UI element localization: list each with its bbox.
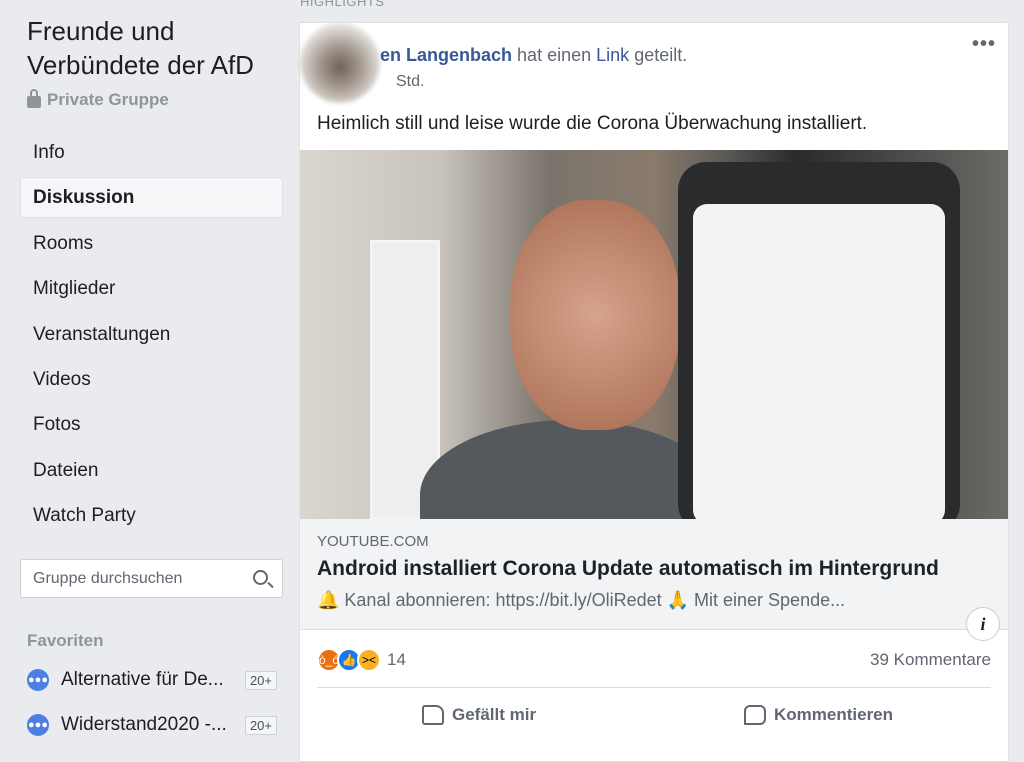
thumbs-up-icon <box>422 705 444 725</box>
nav-watch-party[interactable]: Watch Party <box>20 495 283 536</box>
avatar[interactable] <box>300 23 380 103</box>
comment-label: Kommentieren <box>774 705 894 724</box>
like-button[interactable]: Gefällt mir <box>422 705 536 725</box>
post-text: Heimlich still und leise wurde die Coron… <box>317 113 868 134</box>
action-text-end: geteilt. <box>634 45 688 65</box>
group-search-input[interactable]: Gruppe durchsuchen <box>20 559 283 598</box>
link-word[interactable]: Link <box>596 45 629 65</box>
search-icon[interactable] <box>253 570 268 585</box>
count-badge: 20+ <box>244 670 277 690</box>
nav-mitglieder[interactable]: Mitglieder <box>20 268 283 309</box>
favorite-name: Alternative für De... <box>61 669 224 690</box>
face-image <box>510 200 680 430</box>
phone-image <box>678 162 960 519</box>
reactions-summary[interactable]: ò_ó 👍 >< 14 <box>317 648 406 672</box>
more-options-icon[interactable]: ••• <box>972 33 996 56</box>
group-icon: ●●● <box>27 669 49 691</box>
post-header: en Langenbach hat einen Link geteilt. <box>380 45 687 66</box>
comment-button[interactable]: Kommentieren <box>744 705 893 725</box>
nav-info[interactable]: Info <box>20 132 283 173</box>
video-thumbnail[interactable] <box>300 150 1008 519</box>
favorites-heading: Favoriten <box>27 631 104 650</box>
nav-veranstaltungen[interactable]: Veranstaltungen <box>20 314 283 355</box>
highlights-label: HIGHLIGHTS <box>300 0 385 9</box>
comments-count[interactable]: 39 Kommentare <box>870 650 991 670</box>
privacy-label: Private Gruppe <box>27 89 169 110</box>
info-icon[interactable]: i <box>966 607 1000 641</box>
group-nav: Info Diskussion Rooms Mitglieder Veranst… <box>20 132 283 541</box>
group-sidebar: Freunde und Verbündete der AfD Private G… <box>0 0 300 749</box>
count-badge: 20+ <box>244 715 277 735</box>
like-label: Gefällt mir <box>452 705 537 724</box>
comment-icon <box>744 705 766 725</box>
nav-fotos[interactable]: Fotos <box>20 404 283 445</box>
link-domain: YOUTUBE.COM <box>317 533 429 550</box>
link-title[interactable]: Android installiert Corona Update automa… <box>317 557 939 581</box>
nav-diskussion[interactable]: Diskussion <box>20 177 283 219</box>
nav-dateien[interactable]: Dateien <box>20 450 283 491</box>
post-card: en Langenbach hat einen Link geteilt. St… <box>299 22 1009 762</box>
group-title[interactable]: Freunde und Verbündete der AfD <box>27 14 287 82</box>
favorite-name: Widerstand2020 -... <box>61 714 227 735</box>
phone-screen <box>693 204 945 519</box>
nav-rooms[interactable]: Rooms <box>20 223 283 264</box>
post-time[interactable]: Std. <box>396 73 424 91</box>
favorite-item[interactable]: ●●● Widerstand2020 -... 20+ <box>27 714 277 736</box>
group-icon: ●●● <box>27 714 49 736</box>
favorite-item[interactable]: ●●● Alternative für De... 20+ <box>27 669 277 691</box>
divider <box>317 687 991 688</box>
person-image <box>420 420 720 519</box>
link-description: 🔔 Kanal abonnieren: https://bit.ly/OliRe… <box>317 590 846 610</box>
link-preview[interactable]: i YOUTUBE.COM Android installiert Corona… <box>300 519 1008 641</box>
author-link[interactable]: en Langenbach <box>380 45 512 65</box>
action-text: hat einen <box>517 45 592 65</box>
search-placeholder: Gruppe durchsuchen <box>33 570 183 587</box>
nav-videos[interactable]: Videos <box>20 359 283 400</box>
reaction-count: 14 <box>387 650 406 669</box>
lock-icon <box>27 89 41 108</box>
haha-reaction-icon: >< <box>357 648 381 672</box>
privacy-text: Private Gruppe <box>47 90 169 109</box>
